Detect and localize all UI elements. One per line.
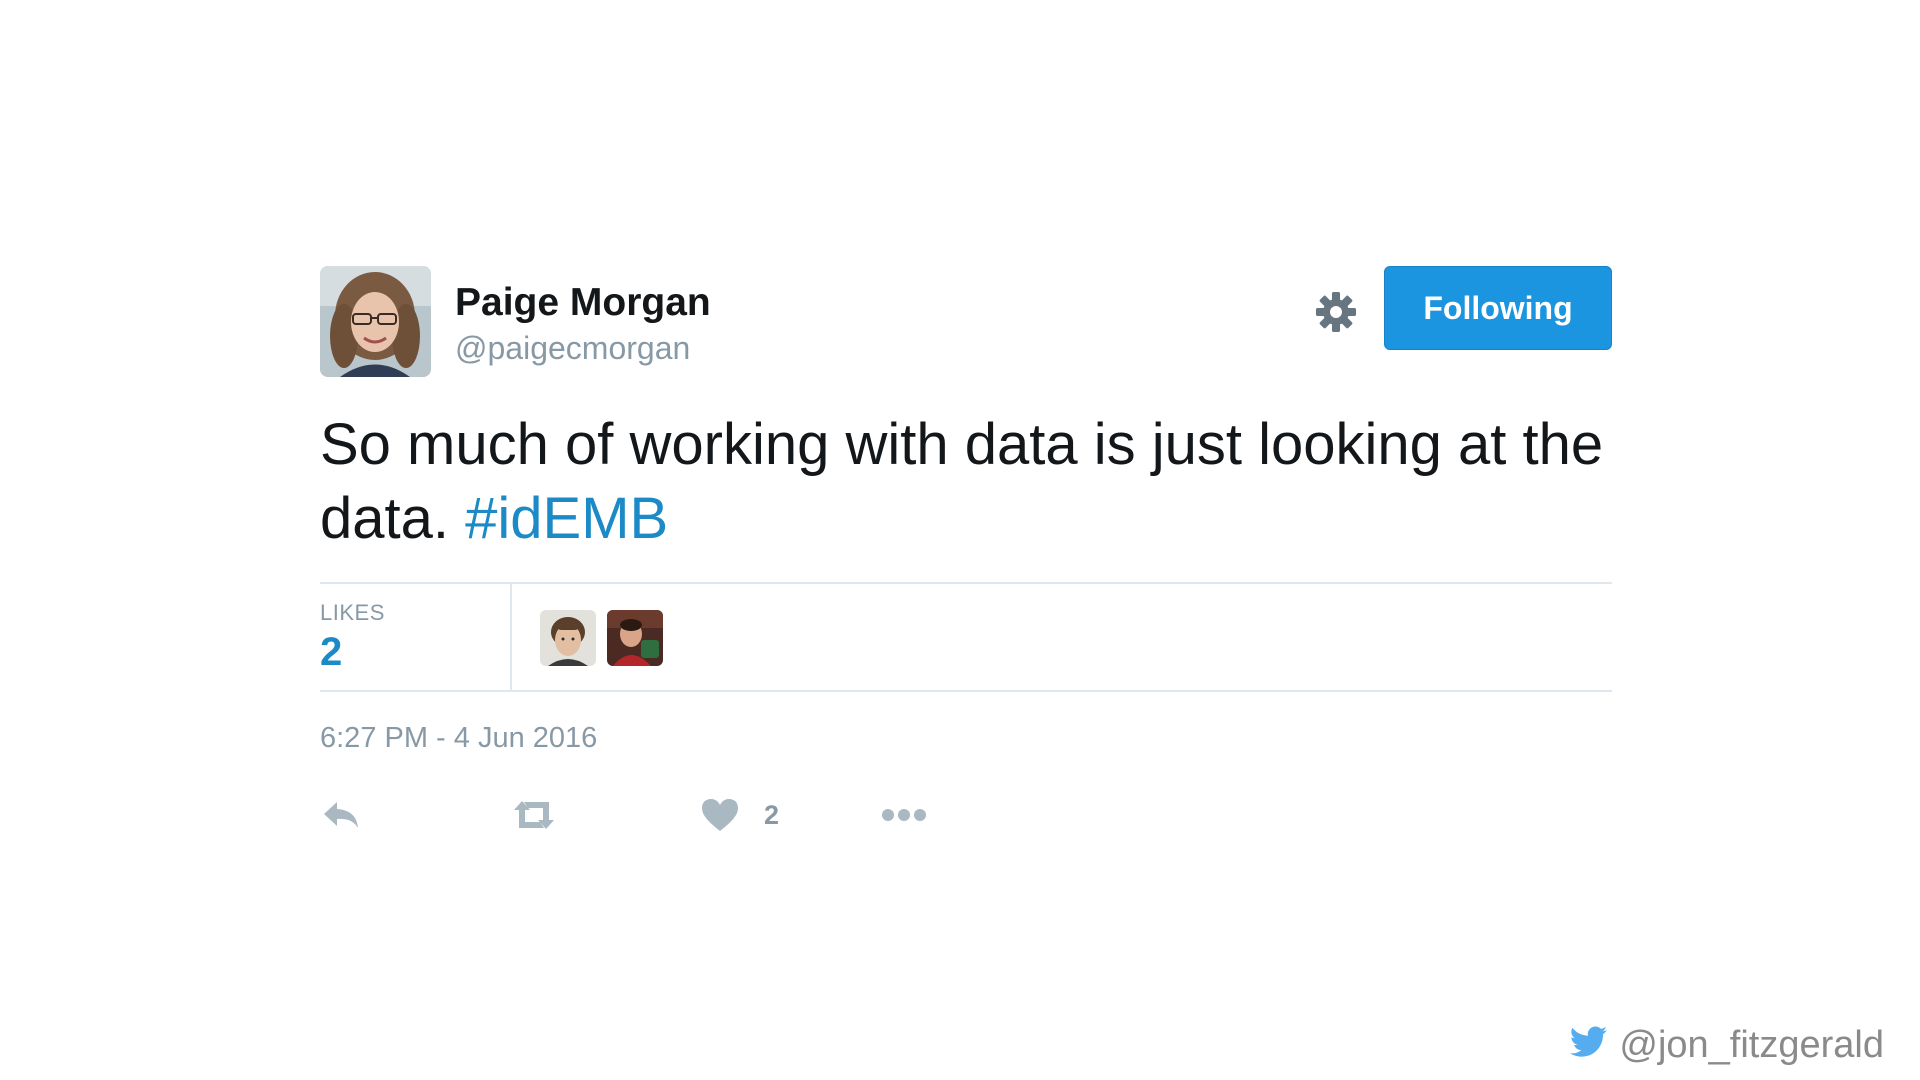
like-button[interactable]: 2 [700,791,779,839]
author-name[interactable]: Paige Morgan [455,280,711,326]
twitter-bird-icon [1569,1026,1609,1065]
hashtag-link[interactable]: #idEMB [465,486,668,551]
credit-handle: @jon_fitzgerald [1619,1024,1884,1066]
more-dots-icon [880,807,928,823]
author-names: Paige Morgan @paigecmorgan [455,280,711,370]
heart-icon [700,797,740,833]
author-credit: @jon_fitzgerald [1569,1024,1884,1067]
liker-avatar[interactable] [607,610,663,666]
likers-list [540,610,663,666]
author-handle[interactable]: @paigecmorgan [455,326,711,370]
reply-button[interactable] [320,791,362,839]
author-avatar[interactable] [320,266,431,377]
like-count: 2 [764,799,780,830]
retweet-icon [510,798,558,832]
following-button[interactable]: Following [1384,266,1612,350]
gear-icon[interactable] [1312,288,1360,336]
tweet-timestamp[interactable]: 6:27 PM - 4 Jun 2016 [320,722,1612,755]
tweet-card: Paige Morgan @paigecmorgan Following So … [320,266,1612,851]
tweet-stats: LIKES 2 [320,582,1612,692]
reply-icon [320,798,362,832]
tweet-actions: 2 [320,791,1612,851]
more-button[interactable] [880,791,928,839]
likes-label: LIKES [320,600,385,625]
tweet-text: So much of working with data is just loo… [320,408,1612,556]
likes-stat[interactable]: LIKES 2 [320,584,512,690]
tweet-header: Paige Morgan @paigecmorgan Following [320,266,1612,378]
likes-count: 2 [320,630,343,674]
liker-avatar[interactable] [540,610,596,666]
retweet-button[interactable] [510,791,558,839]
